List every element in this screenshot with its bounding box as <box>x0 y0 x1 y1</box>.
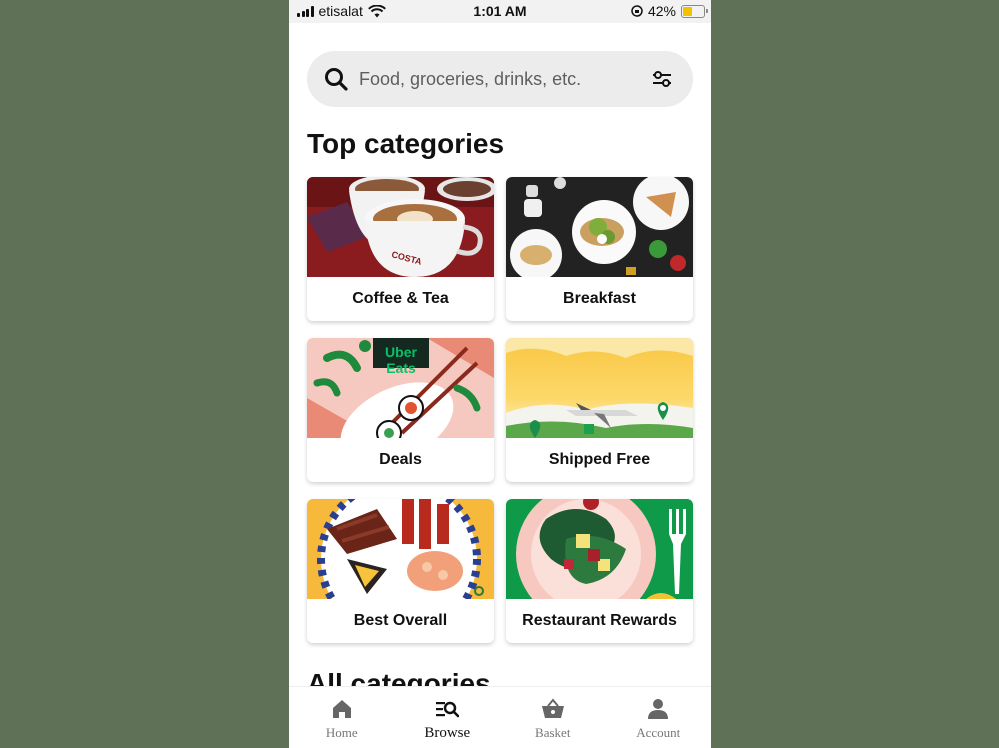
breakfast-image <box>506 177 693 277</box>
battery-icon <box>681 4 708 18</box>
tab-label: Basket <box>535 725 571 740</box>
category-label: Coffee & Tea <box>352 290 449 307</box>
category-label: Restaurant Rewards <box>522 612 677 629</box>
top-categories-heading: Top categories <box>307 128 505 159</box>
category-label: Shipped Free <box>548 451 651 468</box>
status-right: 42% <box>631 3 708 19</box>
search-icon <box>325 68 348 91</box>
bottom-tab-bar: Home Browse Basket Account <box>289 686 711 748</box>
category-card-restaurant-rewards[interactable]: Restaurant Rewards <box>506 499 693 643</box>
category-card-best-overall[interactable]: Best Overall <box>307 499 494 643</box>
browse-icon <box>436 701 460 718</box>
tab-browse[interactable]: Browse <box>395 687 501 748</box>
best-overall-image <box>307 499 494 599</box>
battery-percent: 42% <box>647 3 676 19</box>
search-bar[interactable]: Food, groceries, drinks, etc. <box>307 51 693 107</box>
basket-icon <box>541 698 564 718</box>
tab-label: Account <box>636 725 681 740</box>
top-categories-grid: COSTA Coffee & Tea Breakfast Uber Eats D… <box>307 177 693 643</box>
account-icon <box>648 699 669 719</box>
search-placeholder[interactable]: Food, groceries, drinks, etc. <box>359 69 651 90</box>
tab-label: Browse <box>424 725 471 741</box>
tab-account[interactable]: Account <box>606 687 712 748</box>
shipped-free-image <box>506 338 693 438</box>
deals-image: Uber Eats <box>307 338 494 438</box>
category-card-deals[interactable]: Uber Eats Deals <box>307 338 494 482</box>
orientation-lock-icon <box>631 5 643 17</box>
home-icon <box>332 700 351 718</box>
category-label: Breakfast <box>563 290 636 307</box>
category-card-coffee-tea[interactable]: COSTA Coffee & Tea <box>307 177 494 321</box>
deals-image-text: Uber Eats <box>385 344 417 376</box>
category-card-shipped-free[interactable]: Shipped Free <box>506 338 693 482</box>
tab-home[interactable]: Home <box>289 687 395 748</box>
tab-basket[interactable]: Basket <box>500 687 606 748</box>
filter-icon[interactable] <box>651 68 673 90</box>
restaurant-rewards-image <box>506 499 693 599</box>
category-label: Best Overall <box>353 612 448 629</box>
status-bar: etisalat 1:01 AM 42% <box>289 0 711 23</box>
category-label: Deals <box>379 451 422 468</box>
tab-label: Home <box>325 725 358 740</box>
coffee-tea-image: COSTA <box>307 177 494 277</box>
category-card-breakfast[interactable]: Breakfast <box>506 177 693 321</box>
phone-screen: etisalat 1:01 AM 42% Food, groceries, dr… <box>289 0 711 748</box>
